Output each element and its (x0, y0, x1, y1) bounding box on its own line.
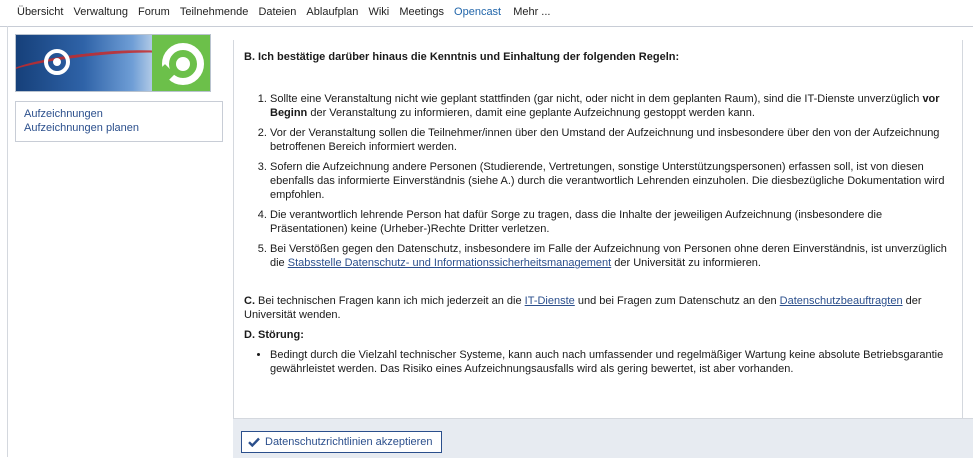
section-c-text-2: und bei Fragen zum Datenschutz an den (574, 295, 780, 307)
tab-uebersicht[interactable]: Übersicht (17, 6, 63, 18)
rule-1-text-end: der Veranstaltung zu informieren, damit … (307, 107, 755, 119)
rule-item-4: Die verantwortlich lehrende Person hat d… (270, 208, 952, 236)
tab-opencast[interactable]: Opencast (454, 6, 501, 18)
tab-bar: Übersicht Verwaltung Forum Teilnehmende … (17, 6, 557, 18)
sidebar-nav: Aufzeichnungen Aufzeichnungen planen (15, 101, 223, 142)
rule-5-text-end: der Universität zu informieren. (611, 257, 761, 269)
tab-forum[interactable]: Forum (138, 6, 170, 18)
rule-item-1: Sollte eine Veranstaltung nicht wie gepl… (270, 92, 952, 120)
check-icon (248, 437, 260, 447)
it-dienste-link[interactable]: IT-Dienste (525, 295, 575, 307)
section-c: C. Bei technischen Fragen kann ich mich … (244, 294, 952, 322)
opencast-logo-icon (15, 34, 211, 92)
tab-wiki[interactable]: Wiki (368, 6, 389, 18)
tab-ablaufplan[interactable]: Ablaufplan (306, 6, 358, 18)
logo-dot (176, 57, 190, 71)
rule-item-5: Bei Verstößen gegen den Datenschutz, ins… (270, 242, 952, 270)
course-navigation: Übersicht Verwaltung Forum Teilnehmende … (0, 0, 973, 27)
section-d-title: D. Störung: (244, 329, 304, 341)
sidebar: Aufzeichnungen Aufzeichnungen planen (15, 34, 223, 142)
rule-item-2: Vor der Veranstaltung sollen die Teilneh… (270, 126, 952, 154)
section-c-text-1: Bei technischen Fragen kann ich mich jed… (255, 295, 525, 307)
stabsstelle-datenschutz-link[interactable]: Stabsstelle Datenschutz- und Information… (288, 257, 611, 269)
section-b-title: B. Ich bestätige darüber hinaus die Kenn… (244, 51, 680, 63)
logo-green-tile (152, 35, 210, 91)
tab-verwaltung[interactable]: Verwaltung (74, 6, 128, 18)
form-footer: Datenschutzrichtlinien akzeptieren (233, 418, 973, 458)
tab-dateien[interactable]: Dateien (258, 6, 296, 18)
page-left-border (7, 26, 8, 457)
sidebar-item-aufzeichnungen-planen[interactable]: Aufzeichnungen planen (24, 121, 214, 135)
tab-more[interactable]: Mehr ... (513, 6, 550, 18)
accept-privacy-label: Datenschutzrichtlinien akzeptieren (265, 436, 433, 448)
logo-small-ring (44, 49, 70, 75)
section-d-item: Bedingt durch die Vielzahl technischer S… (270, 348, 952, 376)
privacy-terms-content: B. Ich bestätige darüber hinaus die Kenn… (233, 40, 963, 418)
accept-privacy-button[interactable]: Datenschutzrichtlinien akzeptieren (241, 431, 442, 453)
tab-meetings[interactable]: Meetings (399, 6, 444, 18)
rule-item-3: Sofern die Aufzeichnung andere Personen … (270, 160, 952, 202)
sidebar-item-aufzeichnungen[interactable]: Aufzeichnungen (24, 107, 214, 121)
rule-1-text: Sollte eine Veranstaltung nicht wie gepl… (270, 93, 923, 105)
rules-list: Sollte eine Veranstaltung nicht wie gepl… (244, 92, 952, 270)
datenschutzbeauftragten-link[interactable]: Datenschutzbeauftragten (780, 295, 903, 307)
section-c-label: C. (244, 295, 255, 307)
tab-teilnehmende[interactable]: Teilnehmende (180, 6, 249, 18)
section-d-list: Bedingt durch die Vielzahl technischer S… (244, 348, 952, 376)
